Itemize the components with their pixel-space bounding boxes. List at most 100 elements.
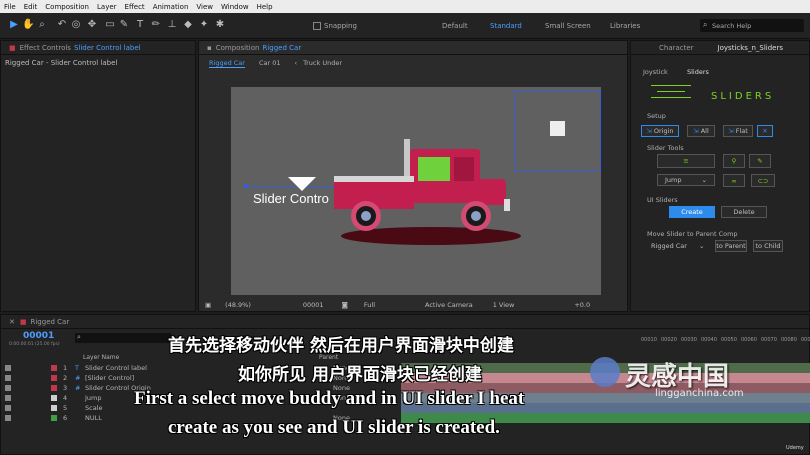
zoom-dropdown[interactable]: (48.9%): [225, 301, 251, 309]
key-tool-button[interactable]: ⚲: [723, 154, 745, 168]
menu-effect[interactable]: Effect: [125, 3, 145, 11]
ruler-tick-label: 00030: [681, 337, 697, 343]
parent-comp-select[interactable]: Rigged Car ⌄: [651, 240, 709, 252]
view-dropdown[interactable]: 1 View: [493, 301, 515, 309]
stamp-icon[interactable]: ⊥: [166, 19, 178, 31]
hand-icon[interactable]: ✋: [22, 19, 34, 31]
pen-icon[interactable]: ✎: [118, 19, 130, 31]
layer-number: 5: [63, 404, 68, 412]
comp-viewer[interactable]: Slider Contro: [231, 87, 601, 295]
timeline-tab[interactable]: ✕ ■ Rigged Car: [1, 315, 809, 329]
type-icon[interactable]: T: [134, 19, 146, 31]
jump-select[interactable]: Jump ⌄: [657, 174, 715, 186]
label-color-swatch[interactable]: [51, 385, 57, 391]
timeline-timecode[interactable]: 00001: [23, 331, 54, 341]
layer-name[interactable]: [Slider Control]: [85, 374, 134, 382]
pan-icon[interactable]: ✥: [86, 19, 98, 31]
layer-row[interactable]: 2 # [Slider Control] None: [1, 373, 350, 383]
subtab-joystick[interactable]: Joystick: [643, 68, 668, 76]
eye-icon[interactable]: [5, 385, 11, 391]
brush-icon[interactable]: ✏: [150, 19, 162, 31]
resolution-dropdown[interactable]: Full: [364, 301, 375, 309]
flow-car-01[interactable]: Car 01: [259, 59, 281, 67]
workspace-small-screen[interactable]: Small Screen: [545, 22, 591, 30]
origin-button[interactable]: ⇲ Origin: [641, 125, 679, 137]
create-button[interactable]: Create: [669, 206, 715, 218]
search-help-field[interactable]: ⌕ Search Help: [700, 19, 804, 32]
rect-icon[interactable]: ▭: [104, 19, 116, 31]
composition-tab[interactable]: ▪ Composition Rigged Car: [199, 41, 627, 55]
eye-icon[interactable]: [5, 405, 11, 411]
all-button[interactable]: ⇲ All: [687, 125, 715, 137]
chain-tool-button[interactable]: ⊂⊃: [751, 174, 775, 187]
pin-icon[interactable]: ✱: [214, 19, 226, 31]
camera-icon[interactable]: ◎: [70, 19, 82, 31]
jump-select-value: Jump: [665, 176, 682, 184]
eye-icon[interactable]: [5, 375, 11, 381]
label-color-swatch[interactable]: [51, 405, 57, 411]
truck-graphic: [334, 139, 521, 245]
eye-icon[interactable]: [5, 365, 11, 371]
menu-file[interactable]: File: [4, 3, 16, 11]
eye-icon[interactable]: [5, 415, 11, 421]
brush-tool-button[interactable]: ✎: [749, 154, 771, 168]
exposure-value[interactable]: +0.0: [574, 301, 590, 309]
selection-handle-left[interactable]: [244, 184, 248, 188]
layer-name[interactable]: Jump: [85, 394, 102, 402]
slider-tool-button[interactable]: ≡: [657, 154, 715, 168]
to-parent-button[interactable]: to Parent: [715, 240, 747, 252]
to-child-button[interactable]: to Child: [753, 240, 783, 252]
menu-edit[interactable]: Edit: [24, 3, 38, 11]
search-help-placeholder: Search Help: [712, 22, 752, 30]
menu-composition[interactable]: Composition: [45, 3, 89, 11]
layer-name[interactable]: Slider Control label: [85, 364, 147, 372]
menu-window[interactable]: Window: [221, 3, 249, 11]
snapping-checkbox[interactable]: [313, 22, 321, 30]
close-icon[interactable]: ✕: [9, 318, 15, 326]
effect-controls-tab[interactable]: ■ Effect Controls Slider Control label: [1, 41, 195, 55]
viewer-footer: ▣ (48.9%) 00001 ◙ Full Active Camera 1 V…: [199, 298, 629, 312]
tab-character[interactable]: Character: [659, 44, 694, 52]
timeline-search[interactable]: ⌕: [75, 333, 171, 343]
workspace-libraries[interactable]: Libraries: [610, 22, 640, 30]
origin-icon: ⇲: [646, 127, 652, 135]
eye-icon[interactable]: [5, 395, 11, 401]
workspace-default[interactable]: Default: [442, 22, 468, 30]
layer-number: 1: [63, 364, 68, 372]
menu-animation[interactable]: Animation: [153, 3, 189, 11]
label-color-swatch[interactable]: [51, 365, 57, 371]
home-icon[interactable]: ▶: [8, 19, 20, 31]
menu-layer[interactable]: Layer: [97, 3, 117, 11]
delete-button[interactable]: Delete: [721, 206, 767, 218]
layer-name[interactable]: NULL: [85, 414, 102, 422]
label-color-swatch[interactable]: [51, 395, 57, 401]
menu-help[interactable]: Help: [257, 3, 273, 11]
subtab-sliders[interactable]: Sliders: [687, 68, 709, 76]
rotate-icon[interactable]: ↶: [56, 19, 68, 31]
composition-tab-label: Composition: [215, 43, 260, 52]
eraser-icon[interactable]: ◆: [182, 19, 194, 31]
flow-truck-under[interactable]: Truck Under: [303, 59, 342, 67]
cross-icon[interactable]: ✕: [757, 125, 773, 137]
roto-icon[interactable]: ✦: [198, 19, 210, 31]
menu-view[interactable]: View: [196, 3, 213, 11]
magnification-icon[interactable]: ▣: [205, 301, 211, 309]
tab-joysticks-sliders[interactable]: Joysticks_n_Sliders: [718, 44, 783, 52]
workspace-standard[interactable]: Standard: [490, 22, 522, 30]
viewer-timecode[interactable]: 00001: [303, 301, 324, 309]
snapshot-icon[interactable]: ◙: [342, 301, 348, 309]
layer-row[interactable]: 1 T Slider Control label None: [1, 363, 350, 373]
slider-handle[interactable]: [550, 121, 565, 136]
camera-dropdown[interactable]: Active Camera: [425, 301, 473, 309]
layer-number: 6: [63, 414, 68, 422]
label-color-swatch[interactable]: [51, 415, 57, 421]
link-tool-button[interactable]: ∞: [723, 174, 745, 187]
layer-name[interactable]: Scale: [85, 404, 103, 412]
zoom-icon[interactable]: ⌕: [36, 19, 48, 31]
flow-rigged-car[interactable]: Rigged Car: [209, 59, 245, 68]
label-color-swatch[interactable]: [51, 375, 57, 381]
flat-icon: ⇲: [728, 127, 734, 135]
timeline-subcode: 0:00:00:01 (25.00 fps): [9, 342, 60, 347]
flat-button[interactable]: ⇲ Flat: [723, 125, 753, 137]
ruler-tick-label: 00080: [781, 337, 797, 343]
